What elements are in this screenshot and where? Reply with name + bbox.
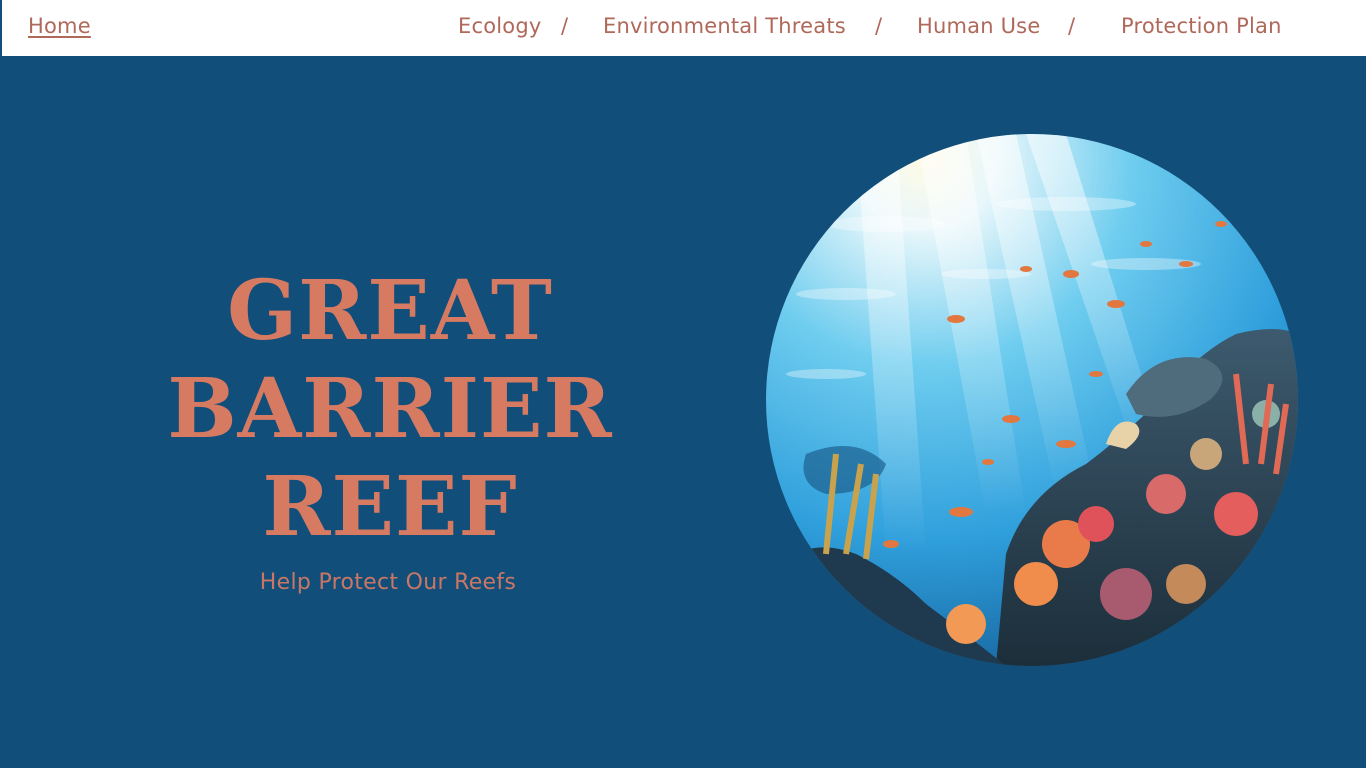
nav-home-link[interactable]: Home	[28, 14, 91, 38]
hero-subtitle: Help Protect Our Reefs	[259, 570, 517, 595]
nav-link-protection-plan[interactable]: Protection Plan	[1121, 14, 1282, 38]
reef-image	[766, 134, 1298, 666]
hero-title: GREAT BARRIER REEF	[90, 262, 690, 556]
nav-separator: /	[561, 14, 569, 38]
hero-title-line: GREAT	[227, 263, 553, 359]
nav-link-environmental-threats[interactable]: Environmental Threats	[603, 14, 846, 38]
nav-separator: /	[1068, 14, 1076, 38]
nav-link-human-use[interactable]: Human Use	[917, 14, 1040, 38]
top-navbar: Home Ecology / Environmental Threats / H…	[0, 0, 1366, 56]
reef-illustration	[766, 134, 1298, 666]
hero-title-line: BARRIER	[167, 361, 613, 457]
nav-link-ecology[interactable]: Ecology	[458, 14, 542, 38]
hero-title-line: REEF	[262, 459, 518, 555]
nav-separator: /	[875, 14, 883, 38]
